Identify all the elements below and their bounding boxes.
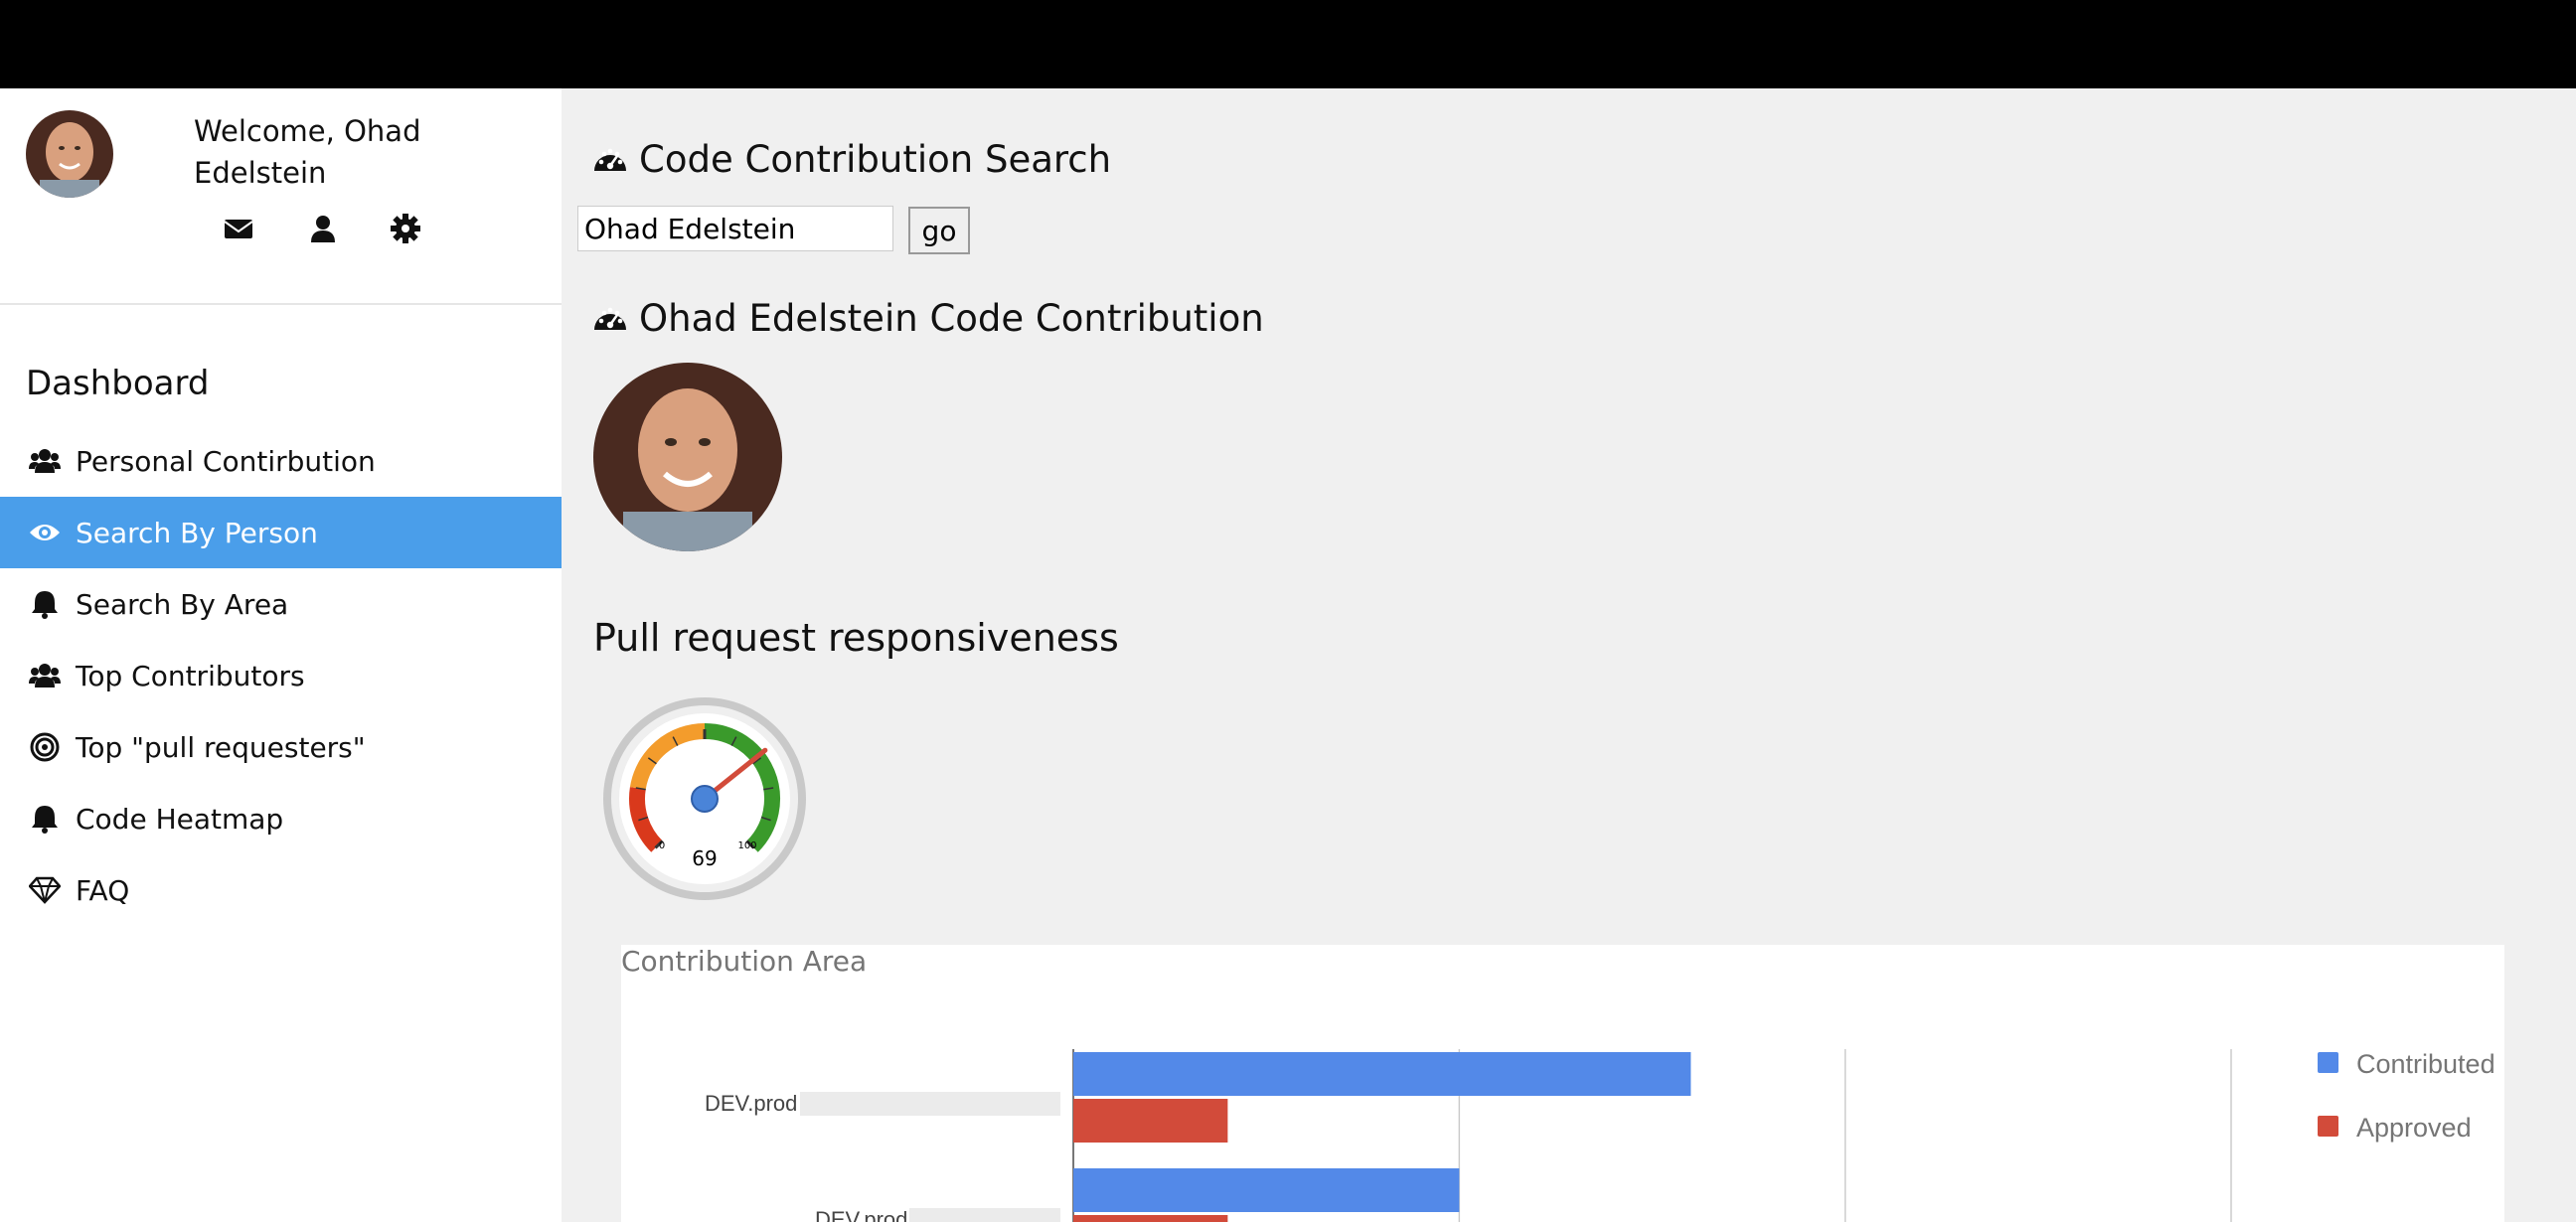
sidebar-item-label: Top Contributors [76,659,305,692]
welcome-prefix: Welcome, [194,114,335,148]
dashboard-icon [594,148,626,171]
sidebar-item-top-pull-requesters[interactable]: Top "pull requesters" [0,711,562,783]
diamond-icon [28,873,62,907]
redacted-label [800,1092,1060,1116]
gear-icon[interactable] [389,212,422,245]
sidebar-item-label: FAQ [76,873,130,907]
user-first-name: Ohad [344,114,421,148]
sidebar-item-faq[interactable]: FAQ [0,854,562,926]
bar-contributed [1073,1168,1460,1212]
redacted-label [909,1208,1060,1222]
bar-approved [1073,1099,1228,1143]
eye-icon [28,516,62,549]
sidebar-item-label: Personal Contirbution [76,444,376,478]
sidebar-item-label: Code Heatmap [76,802,284,836]
profile-panel: Welcome, Ohad Edelstein [0,88,562,305]
sidebar-item-code-heatmap[interactable]: Code Heatmap [0,783,562,854]
top-bar [0,0,2576,88]
gauge-max-label: 100 [737,840,756,851]
sidebar-item-label: Search By Person [76,516,318,549]
responsiveness-gauge: 0 100 69 [603,697,806,900]
chart-svg: DEV.prod DEV.prod Contributed Approved [705,1049,2496,1222]
main-content: Code Contribution Search go Ohad Edelste… [562,88,2576,1222]
search-heading: Code Contribution Search [591,138,1111,181]
sidebar-item-search-by-person[interactable]: Search By Person [0,497,562,568]
avatar[interactable] [26,110,113,198]
bar-contributed [1073,1052,1691,1096]
gauge-hub [691,785,719,813]
bar-approved [1073,1215,1228,1222]
pr-responsiveness-title: Pull request responsiveness [593,616,1119,660]
legend-label: Approved [2356,1113,2472,1143]
users-icon [28,444,62,478]
legend-swatch [2318,1116,2338,1137]
result-title: Ohad Edelstein Code Contribution [639,297,1264,340]
gauge-value: 69 [692,846,717,870]
profile-photo [593,363,782,551]
contribution-area-chart: Contribution Area DEV.prod DEV.prod Contri… [621,945,2504,1222]
sidebar-nav: Personal Contirbution Search By Person S… [0,425,562,926]
bell-icon [28,587,62,621]
envelope-icon[interactable] [222,212,255,245]
sidebar-item-top-contributors[interactable]: Top Contributors [0,640,562,711]
go-button[interactable]: go [908,207,970,254]
bell-icon [28,802,62,836]
user-last-name: Edelstein [194,156,327,190]
category-label: DEV.prod [815,1207,907,1222]
category-label: DEV.prod [705,1091,797,1116]
sidebar-item-search-by-area[interactable]: Search By Area [0,568,562,640]
sidebar-item-label: Search By Area [76,587,289,621]
sidebar-item-label: Top "pull requesters" [76,730,366,764]
legend-label: Contributed [2356,1049,2496,1079]
search-input[interactable] [577,206,893,251]
gauge-min-label: 0 [659,840,665,851]
users-icon [28,659,62,692]
sidebar-title: Dashboard [26,364,210,403]
result-heading: Ohad Edelstein Code Contribution [591,297,1264,340]
welcome-text: Welcome, Ohad Edelstein [194,110,492,194]
legend-swatch [2318,1052,2338,1073]
target-icon [28,730,62,764]
sidebar-item-personal-contribution[interactable]: Personal Contirbution [0,425,562,497]
dashboard-icon [594,307,626,330]
user-icon[interactable] [306,212,340,245]
sidebar: Welcome, Ohad Edelstein Dashboard Person… [0,88,562,1222]
page-title: Code Contribution Search [639,138,1112,181]
